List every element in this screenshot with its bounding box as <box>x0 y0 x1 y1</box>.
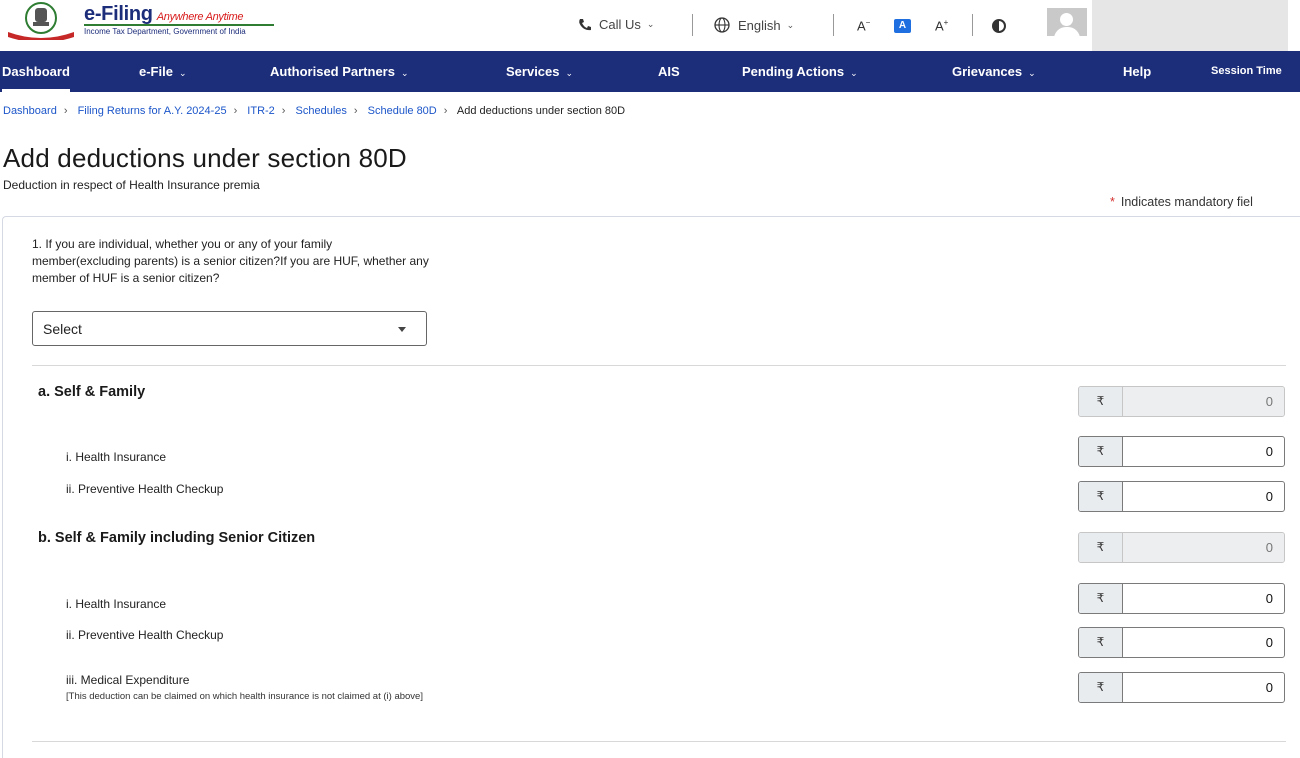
breadcrumb-schedules[interactable]: Schedules <box>296 105 347 117</box>
brand-subtitle: Income Tax Department, Government of Ind… <box>84 27 246 36</box>
breadcrumb: Dashboard › Filing Returns for A.Y. 2024-… <box>3 105 626 117</box>
amount-value[interactable]: 0 <box>1123 437 1284 466</box>
nav-services[interactable]: Services ⌄ <box>506 51 573 92</box>
amount-value[interactable]: 0 <box>1123 628 1284 657</box>
amount-value[interactable]: 0 <box>1123 482 1284 511</box>
globe-icon <box>714 17 730 33</box>
rupee-icon: ₹ <box>1079 387 1123 416</box>
section-b-health-insurance-label: i. Health Insurance <box>66 597 167 611</box>
avatar-icon[interactable] <box>1047 8 1087 36</box>
section-b-health-insurance-input[interactable]: ₹ 0 <box>1078 583 1285 614</box>
call-us-label: Call Us <box>599 17 641 32</box>
font-decrease-button[interactable]: A− <box>857 18 870 33</box>
caret-down-icon <box>398 327 406 332</box>
nav-authorised-partners[interactable]: Authorised Partners ⌄ <box>270 51 409 92</box>
brand-underline <box>84 24 274 26</box>
chevron-down-icon: ⌄ <box>786 19 795 30</box>
section-b-medical-expenditure-label: iii. Medical Expenditure <box>66 673 190 687</box>
divider <box>972 14 973 36</box>
nav-dashboard[interactable]: Dashboard <box>2 51 70 92</box>
font-increase-button[interactable]: A+ <box>935 18 948 33</box>
rupee-icon: ₹ <box>1079 437 1123 466</box>
chevron-down-icon: ⌄ <box>646 19 655 29</box>
section-a-health-insurance-label: i. Health Insurance <box>66 450 167 464</box>
section-b-medical-expenditure-input[interactable]: ₹ 0 <box>1078 672 1285 703</box>
rupee-icon: ₹ <box>1079 533 1123 562</box>
section-divider <box>32 741 1286 742</box>
emblem-logo[interactable] <box>4 2 78 40</box>
nav-pending-actions[interactable]: Pending Actions ⌄ <box>742 51 858 92</box>
select-value: Select <box>43 321 82 337</box>
nav-help[interactable]: Help <box>1123 51 1151 92</box>
amount-value: 0 <box>1123 533 1284 562</box>
section-a-preventive-checkup-label: ii. Preventive Health Checkup <box>66 482 224 496</box>
divider <box>692 14 693 36</box>
breadcrumb-filing-returns[interactable]: Filing Returns for A.Y. 2024-25 <box>78 105 227 117</box>
rupee-icon: ₹ <box>1079 584 1123 613</box>
chevron-down-icon: ⌄ <box>565 68 574 78</box>
section-b-preventive-checkup-label: ii. Preventive Health Checkup <box>66 628 224 642</box>
nav-session-time: Session Time <box>1211 65 1282 77</box>
amount-value: 0 <box>1123 387 1284 416</box>
section-a-preventive-checkup-input[interactable]: ₹ 0 <box>1078 481 1285 512</box>
profile-panel <box>1092 0 1288 51</box>
section-a-health-insurance-input[interactable]: ₹ 0 <box>1078 436 1285 467</box>
brand-title[interactable]: e-Filing Anywhere Anytime <box>84 3 244 26</box>
question-senior-citizen: 1. If you are individual, whether you or… <box>32 237 429 285</box>
breadcrumb-current: Add deductions under section 80D <box>456 105 626 117</box>
chevron-down-icon: ⌄ <box>850 68 858 78</box>
section-a-total-field: ₹ 0 <box>1078 386 1285 417</box>
section-b-preventive-checkup-input[interactable]: ₹ 0 <box>1078 627 1285 658</box>
rupee-icon: ₹ <box>1079 673 1123 702</box>
breadcrumb-itr-2[interactable]: ITR-2 <box>247 105 275 117</box>
call-us-menu[interactable]: Call Us ⌄ <box>577 17 654 32</box>
phone-icon <box>579 18 591 30</box>
mandatory-note: * Indicates mandatory fiel <box>1110 195 1253 209</box>
rupee-icon: ₹ <box>1079 482 1123 511</box>
contrast-icon[interactable] <box>992 19 1006 33</box>
brand-name: e-Filing <box>84 3 153 25</box>
medical-expenditure-note: [This deduction can be claimed on which … <box>66 691 423 702</box>
section-a-title: a. Self & Family <box>38 384 146 400</box>
nav-e-file[interactable]: e-File ⌄ <box>139 51 187 92</box>
senior-citizen-select[interactable]: Select <box>32 311 427 346</box>
font-normal-button[interactable]: A <box>894 19 911 33</box>
top-header: e-Filing Anywhere Anytime Income Tax Depa… <box>0 0 1300 51</box>
breadcrumb-dashboard[interactable]: Dashboard <box>3 105 57 117</box>
chevron-down-icon: ⌄ <box>1028 68 1036 78</box>
nav-ais[interactable]: AIS <box>658 51 680 92</box>
nav-grievances[interactable]: Grievances ⌄ <box>952 51 1036 92</box>
page-subtitle: Deduction in respect of Health Insurance… <box>3 178 260 192</box>
amount-value[interactable]: 0 <box>1123 584 1284 613</box>
breadcrumb-schedule-80d[interactable]: Schedule 80D <box>368 105 437 117</box>
rupee-icon: ₹ <box>1079 628 1123 657</box>
brand-tagline: Anywhere Anytime <box>156 11 244 23</box>
chevron-down-icon: ⌄ <box>400 68 409 78</box>
asterisk-icon: * <box>1110 195 1115 209</box>
language-menu[interactable]: English ⌄ <box>714 17 794 33</box>
section-divider <box>32 365 1286 366</box>
section-b-title: b. Self & Family including Senior Citize… <box>38 530 316 546</box>
amount-value[interactable]: 0 <box>1123 673 1284 702</box>
main-nav: Dashboard e-File ⌄ Authorised Partners ⌄ S… <box>0 51 1300 92</box>
language-label: English <box>738 17 781 33</box>
page-title: Add deductions under section 80D <box>3 143 407 173</box>
divider <box>833 14 834 36</box>
section-b-total-field: ₹ 0 <box>1078 532 1285 563</box>
chevron-down-icon: ⌄ <box>178 68 187 78</box>
